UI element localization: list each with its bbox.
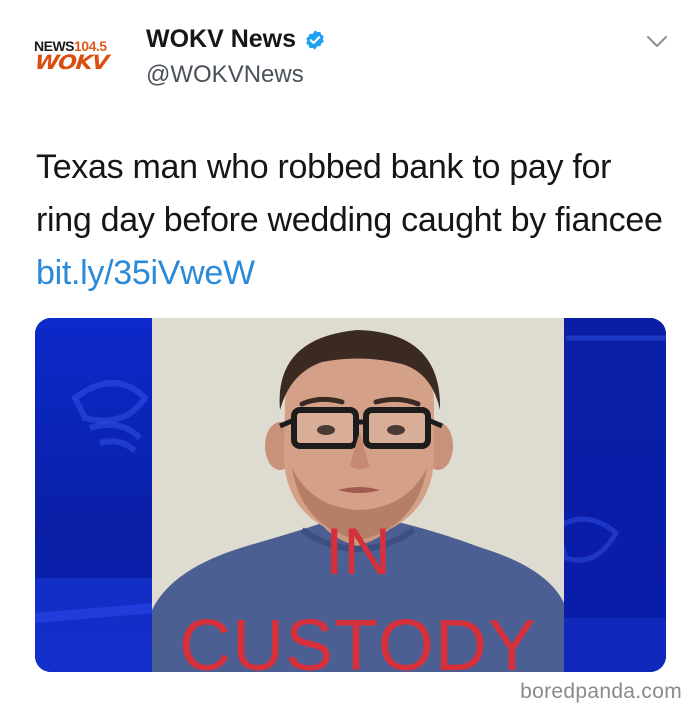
handle[interactable]: @WOKVNews — [146, 61, 304, 89]
watermark: boredpanda.com — [520, 680, 682, 703]
avatar-call-sign: WOKV — [33, 52, 110, 75]
media-background-left — [35, 318, 156, 672]
verified-badge-icon — [306, 29, 324, 50]
tweet-media[interactable]: IN CUSTODY — [35, 318, 666, 672]
tweet-text: Texas man who robbed bank to pay for rin… — [36, 141, 666, 300]
display-name-text: WOKV News — [146, 25, 297, 53]
mugshot-photo: IN CUSTODY — [152, 318, 564, 672]
overlay-text-custody: CUSTODY — [179, 606, 537, 672]
media-background-right — [553, 318, 666, 672]
chevron-down-icon[interactable] — [644, 32, 670, 52]
tweet-body: Texas man who robbed bank to pay for rin… — [36, 148, 663, 239]
tweet-card: NEWS104.5 WOKV WOKV News @WOKVNews Texas… — [0, 0, 700, 716]
avatar[interactable]: NEWS104.5 WOKV — [34, 36, 126, 80]
background-graphic-left — [35, 380, 156, 672]
overlay-text-in: IN — [325, 514, 391, 588]
background-graphic-right — [553, 335, 666, 672]
display-name[interactable]: WOKV News — [146, 25, 326, 54]
tweet-link[interactable]: bit.ly/35iVweW — [36, 254, 255, 292]
